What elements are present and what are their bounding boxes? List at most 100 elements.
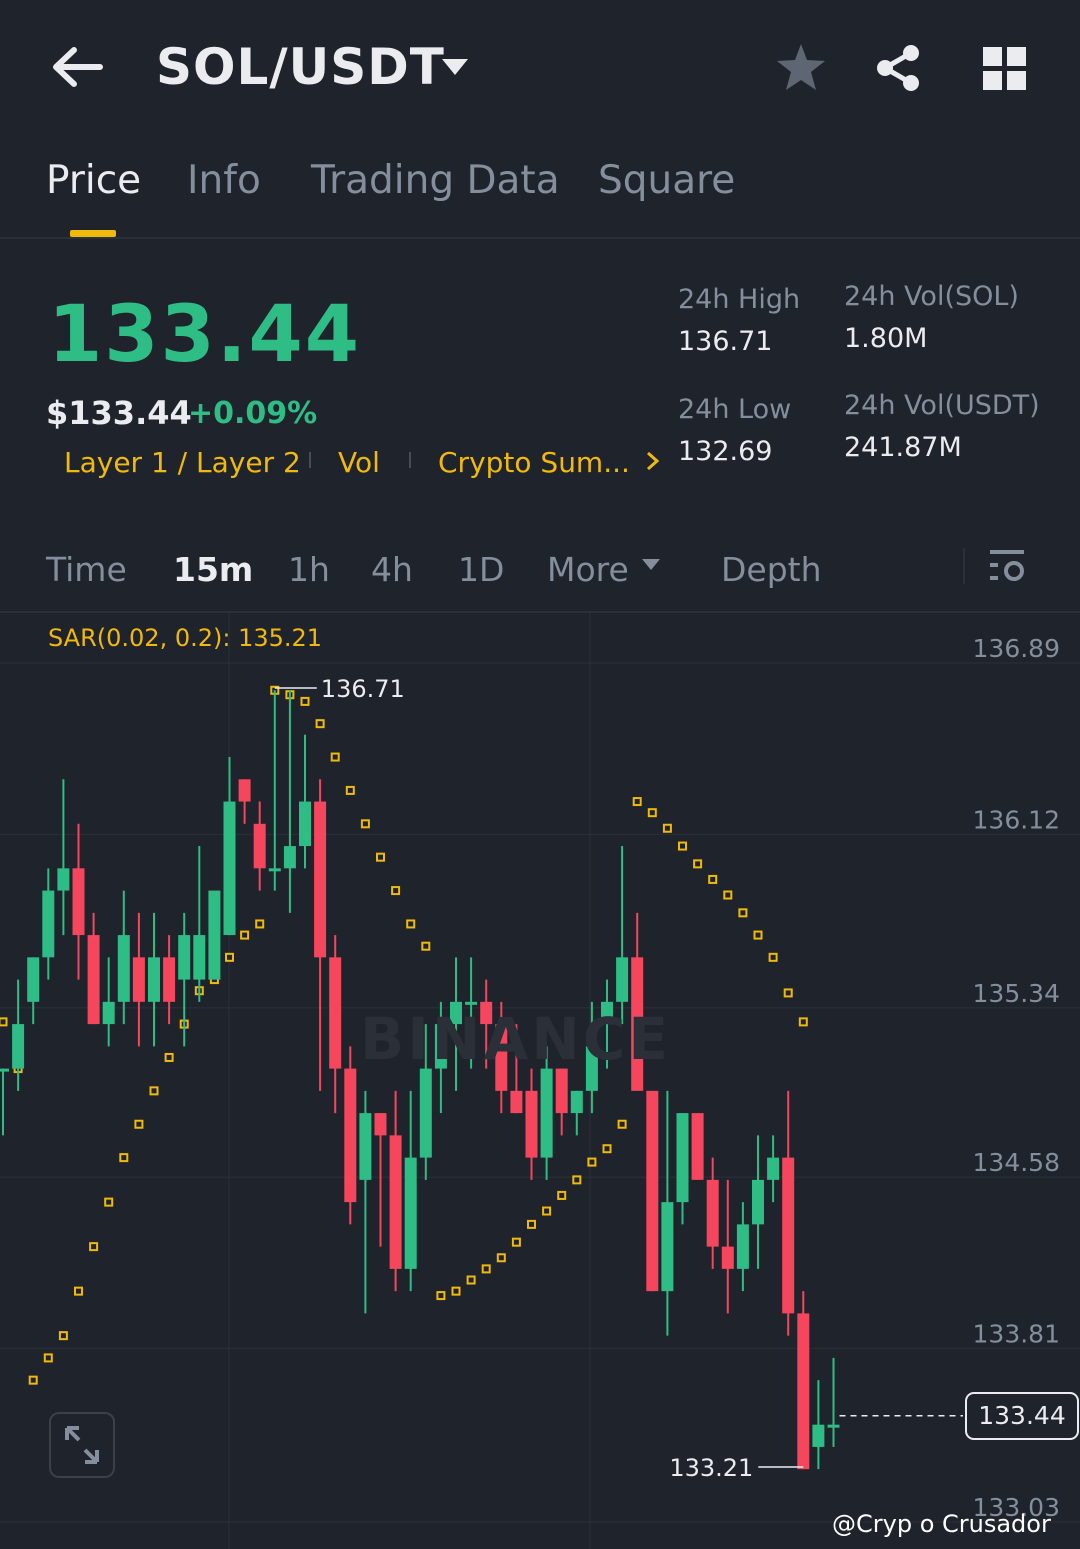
tag-vol[interactable]: Vol — [338, 446, 380, 479]
candle-up — [661, 1202, 674, 1292]
candle-up — [178, 935, 191, 980]
expand-icon — [65, 1426, 99, 1464]
price-markers: 136.71 133.21 — [274, 675, 963, 1482]
high-value: 136.71 — [678, 326, 773, 357]
sar-dot — [119, 1153, 129, 1163]
sar-dot — [421, 941, 431, 951]
tag-crypto-summary[interactable]: Crypto Sum... — [438, 446, 630, 479]
candle-down — [721, 1246, 734, 1269]
tab-square[interactable]: Square — [598, 158, 735, 203]
candle-up — [616, 957, 629, 1002]
tab-info[interactable]: Info — [187, 158, 261, 203]
tag-separator — [409, 452, 411, 468]
chart-settings-icon[interactable] — [988, 547, 1028, 585]
interval-4h[interactable]: 4h — [371, 550, 413, 589]
current-price-label: 133.44 — [965, 1391, 1079, 1440]
tab-trading-data[interactable]: Trading Data — [311, 158, 560, 203]
sar-dot — [753, 930, 763, 940]
sar-dot — [662, 823, 672, 833]
candles — [0, 690, 840, 1470]
sar-dot — [240, 930, 250, 940]
y-tick-label: 134.58 — [973, 1148, 1060, 1177]
y-axis: 136.89136.12135.34134.58133.81133.03 — [973, 634, 1060, 1522]
y-tick-label: 136.89 — [973, 634, 1060, 663]
interval-depth[interactable]: Depth — [721, 550, 822, 589]
chevron-right-icon[interactable] — [644, 450, 662, 472]
sar-dot — [391, 886, 401, 896]
sar-dot — [134, 1119, 144, 1129]
candle-up — [827, 1424, 840, 1428]
candle-up — [570, 1090, 583, 1114]
sar-dot — [617, 1119, 627, 1129]
sar-dot — [104, 1197, 114, 1207]
candle-up — [12, 1024, 25, 1069]
candle-down — [691, 1113, 704, 1180]
candle-up — [208, 890, 221, 980]
candlestick-chart[interactable]: 136.71 133.21 136.89 136.12 135.34 134.58 133… — [0, 613, 1080, 1549]
header-bar: SOL/USDT — [0, 0, 1080, 135]
chart-grid — [0, 613, 1080, 1549]
last-price: 133.44 — [48, 290, 361, 380]
sar-dot — [89, 1242, 99, 1252]
candle-up — [268, 868, 281, 872]
fullscreen-button[interactable] — [49, 1412, 115, 1478]
usd-price: $133.44 — [46, 394, 192, 432]
sar-dot — [632, 797, 642, 807]
sar-dot — [693, 859, 703, 869]
vol-sol-label: 24h Vol(SOL) — [844, 281, 1019, 312]
sar-dot — [300, 696, 310, 706]
sar-dot — [798, 1017, 808, 1027]
grid-menu-icon[interactable] — [983, 47, 1027, 91]
sar-dot — [0, 1017, 8, 1027]
sar-dot — [345, 785, 355, 795]
sar-dot — [647, 808, 657, 818]
sar-dot — [557, 1190, 567, 1200]
candle-down — [706, 1179, 719, 1247]
candle-down — [72, 868, 85, 936]
sar-dot — [28, 1375, 38, 1385]
candle-up — [676, 1113, 689, 1203]
candle-down — [797, 1313, 810, 1470]
candle-up — [404, 1157, 417, 1269]
more-caret-icon[interactable] — [641, 558, 661, 572]
low-label: 24h Low — [678, 394, 792, 425]
interval-more[interactable]: More — [547, 550, 629, 589]
high-label: 24h High — [678, 284, 801, 315]
vol-usdt-label: 24h Vol(USDT) — [844, 390, 1040, 421]
candle-down — [555, 1068, 568, 1114]
sar-dot — [164, 1052, 174, 1062]
tab-price[interactable]: Price — [46, 158, 141, 203]
candle-up — [767, 1157, 780, 1180]
candle-down — [510, 1090, 523, 1114]
candle-down — [525, 1090, 538, 1158]
vol-usdt-value: 241.87M — [844, 432, 962, 463]
sar-dot — [58, 1331, 68, 1341]
interval-15m[interactable]: 15m — [173, 550, 253, 589]
candle-up — [812, 1424, 825, 1447]
dropdown-caret-icon[interactable] — [440, 57, 470, 77]
candle-down — [782, 1157, 795, 1314]
sar-dot — [436, 1291, 446, 1301]
interval-time[interactable]: Time — [46, 550, 127, 589]
candle-up — [0, 1068, 9, 1072]
candle-down — [344, 1068, 357, 1203]
back-arrow-icon[interactable] — [50, 44, 104, 90]
share-icon[interactable] — [873, 43, 923, 93]
pair-title[interactable]: SOL/USDT — [156, 38, 445, 96]
candle-up — [57, 868, 70, 891]
candle-up — [736, 1224, 749, 1269]
sar-dot — [708, 874, 718, 884]
sar-dot — [255, 919, 265, 929]
candle-down — [389, 1135, 402, 1269]
sar-dot — [360, 819, 370, 829]
sar-indicator-label: SAR(0.02, 0.2): 135.21 — [48, 624, 323, 652]
candle-up — [102, 1001, 115, 1025]
candle-up — [148, 957, 160, 1002]
tab-divider — [0, 237, 1080, 239]
tag-layer[interactable]: Layer 1 / Layer 2 — [64, 446, 301, 479]
interval-1d[interactable]: 1D — [458, 550, 504, 589]
interval-1h[interactable]: 1h — [288, 550, 330, 589]
star-icon[interactable] — [775, 42, 827, 92]
candle-down — [132, 957, 145, 1002]
sar-dot — [481, 1264, 491, 1274]
